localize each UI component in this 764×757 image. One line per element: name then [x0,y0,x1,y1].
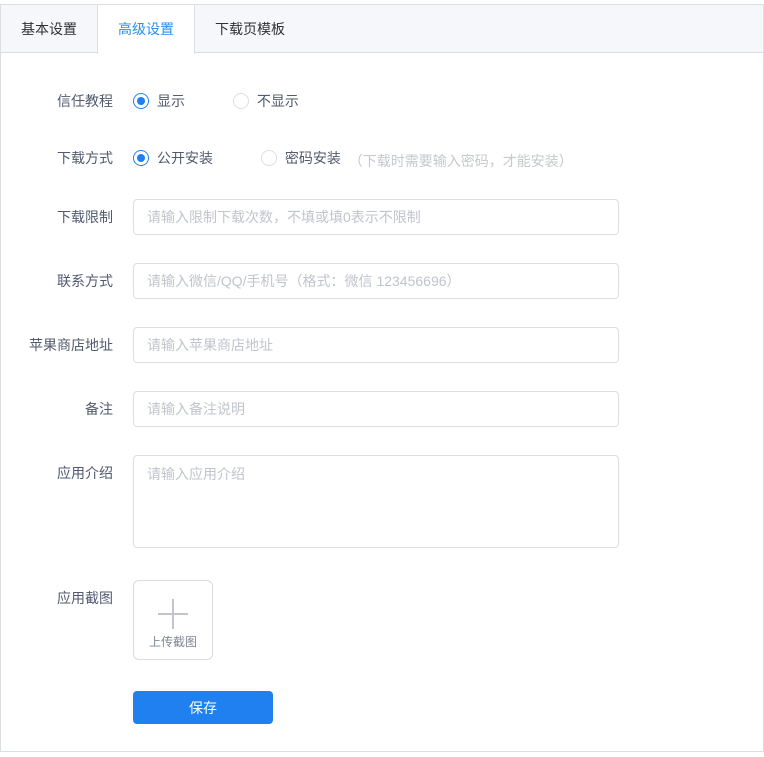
radio-show-icon[interactable] [133,93,149,109]
radio-show[interactable]: 显示 [133,91,185,111]
radio-show-label: 显示 [157,93,185,109]
radio-hide-label: 不显示 [256,93,299,109]
form-row-download-method: 下载方式 公开安装 密码安装 （下载时需要输入密码，才能安装） [17,148,747,171]
form-row-download-limit: 下载限制 [17,199,747,235]
download-method-radio-group: 公开安装 密码安装 （下载时需要输入密码，才能安装） [133,148,573,171]
form-row-remark: 备注 [17,391,747,427]
radio-hide[interactable]: 不显示 [232,91,299,111]
form-row-app-intro: 应用介绍 [17,455,747,548]
password-install-note: （下载时需要输入密码，才能安装） [348,153,573,169]
contact-input[interactable] [133,263,619,299]
radio-public-install-icon[interactable] [133,150,149,166]
app-screenshot-label: 应用截图 [57,590,113,606]
remark-input[interactable] [133,391,619,427]
radio-password-install-icon[interactable] [260,150,277,166]
settings-card: 基本设置 高级设置 下载页模板 信任教程 显示 不显示 下载方式 公开安装 密码… [0,4,764,752]
upload-screenshot-text: 上传截图 [148,635,197,649]
apple-store-label: 苹果商店地址 [29,337,113,353]
radio-public-install-label: 公开安装 [157,150,213,166]
radio-password-install[interactable]: 密码安装 [260,148,341,168]
trust-tutorial-radio-group: 显示 不显示 [133,91,343,112]
radio-password-install-label: 密码安装 [284,150,341,166]
advanced-settings-form: 信任教程 显示 不显示 下载方式 公开安装 密码安装 （下载时需要输入密码，才能… [1,53,763,724]
download-method-label: 下载方式 [57,150,113,166]
radio-hide-icon[interactable] [232,93,249,109]
tab-advanced-settings[interactable]: 高级设置 [97,5,195,54]
download-limit-label: 下载限制 [57,209,113,225]
apple-store-input[interactable] [133,327,619,363]
save-button[interactable]: 保存 [133,691,273,724]
radio-public-install[interactable]: 公开安装 [133,148,213,168]
app-intro-textarea[interactable] [133,455,619,548]
form-row-app-screenshot: 应用截图 上传截图 [17,580,747,660]
trust-tutorial-label: 信任教程 [57,93,113,109]
app-intro-label: 应用介绍 [57,465,113,481]
upload-screenshot-button[interactable]: 上传截图 [133,580,213,660]
download-limit-input[interactable] [133,199,619,235]
tab-bar: 基本设置 高级设置 下载页模板 [1,5,763,54]
form-row-contact: 联系方式 [17,263,747,299]
remark-label: 备注 [85,401,113,417]
tab-download-page-template[interactable]: 下载页模板 [195,5,305,52]
form-row-apple-store: 苹果商店地址 [17,327,747,363]
form-row-trust-tutorial: 信任教程 显示 不显示 [17,91,747,112]
tab-basic-settings[interactable]: 基本设置 [1,5,97,52]
contact-label: 联系方式 [57,273,113,289]
